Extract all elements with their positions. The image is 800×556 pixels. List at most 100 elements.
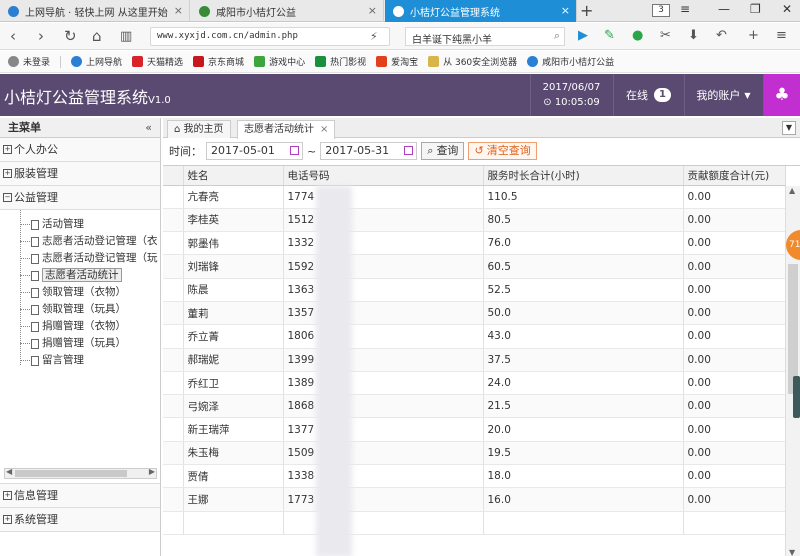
- column-header-hours[interactable]: 服务时长合计(小时): [483, 166, 684, 186]
- scrollbar-thumb[interactable]: [15, 470, 127, 477]
- reader-icon[interactable]: ▥: [120, 29, 132, 44]
- scroll-down-icon[interactable]: ▼: [789, 548, 795, 556]
- close-icon[interactable]: ×: [368, 4, 377, 17]
- forward-icon[interactable]: ›: [38, 27, 44, 45]
- play-icon[interactable]: ▶: [578, 28, 588, 43]
- calendar-icon[interactable]: [290, 146, 299, 155]
- tab-volunteer-stats[interactable]: 志愿者活动统计 ×: [237, 120, 336, 139]
- home-icon[interactable]: ⌂: [92, 27, 102, 45]
- bookmark-nav[interactable]: 上网导航: [71, 55, 122, 68]
- scrollbar-thumb[interactable]: [788, 264, 798, 394]
- table-row[interactable]: 新王瑞萍 1377 20.0 0.00: [163, 417, 786, 442]
- edit-icon[interactable]: ✎: [604, 28, 615, 43]
- tree-item[interactable]: 捐赠管理（衣物）: [0, 318, 160, 335]
- table-row[interactable]: 乔立菁 1806 43.0 0.00: [163, 324, 786, 349]
- table-row[interactable]: [163, 511, 786, 535]
- sidebar-section-personal[interactable]: + 个人办公: [0, 138, 160, 162]
- bookmark-taobao[interactable]: 爱淘宝: [376, 55, 418, 68]
- query-button[interactable]: ⌕ 查询: [421, 142, 465, 160]
- online-status[interactable]: 在线 1: [613, 74, 683, 116]
- browser-tab-nav[interactable]: 上网导航 · 轻快上网 从这里开始 ×: [0, 0, 190, 22]
- tab-home[interactable]: ⌂ 我的主页: [167, 120, 231, 138]
- table-row[interactable]: 郝瑞妮 1399 37.5 0.00: [163, 348, 786, 372]
- tab-count-badge[interactable]: 3: [652, 4, 670, 17]
- bookmark-games[interactable]: 游戏中心: [254, 55, 305, 68]
- download-icon[interactable]: ⬇: [688, 28, 699, 43]
- scroll-left-icon[interactable]: ◀: [6, 467, 12, 476]
- account-menu-button[interactable]: 我的账户 ▼: [684, 74, 762, 116]
- end-date-input[interactable]: 2017-05-31: [320, 142, 418, 160]
- tmall-icon: [132, 56, 144, 67]
- tree-item[interactable]: 留言管理: [0, 352, 160, 369]
- sidebar-section-clothing[interactable]: + 服装管理: [0, 162, 160, 186]
- tree-item[interactable]: 活动管理: [0, 216, 160, 233]
- table-row[interactable]: 弓婉泽 1868 21.5 0.00: [163, 394, 786, 419]
- tree-item-selected[interactable]: 志愿者活动统计: [0, 267, 160, 284]
- table-row[interactable]: 贾倩 1338 18.0 0.00: [163, 464, 786, 489]
- table-row[interactable]: 王娜 1773 16.0 0.00: [163, 487, 786, 512]
- search-input[interactable]: 白羊诞下纯黑小羊 ⌕: [405, 27, 565, 46]
- add-icon[interactable]: +: [748, 28, 759, 43]
- cut-icon[interactable]: ✂: [660, 28, 671, 43]
- table-row[interactable]: 郭墨伟 1332 76.0 0.00: [163, 231, 786, 256]
- cell-hours: 50.0: [483, 301, 684, 326]
- table-row[interactable]: 刘瑞锋 1592 60.5 0.00: [163, 254, 786, 279]
- browser-tab-admin[interactable]: 小桔灯公益管理系统 ×: [385, 0, 577, 22]
- lightning-icon[interactable]: ⚡: [370, 30, 378, 43]
- tree-item[interactable]: 志愿者活动登记管理（玩: [0, 250, 160, 267]
- sidebar-section-system[interactable]: + 系统管理: [0, 508, 160, 532]
- collapse-icon[interactable]: «: [145, 118, 152, 137]
- menu-icon[interactable]: ≡: [776, 28, 787, 43]
- sidebar-section-info[interactable]: + 信息管理: [0, 484, 160, 508]
- tree-horizontal-scrollbar[interactable]: ◀ ▶: [4, 467, 157, 479]
- scroll-right-icon[interactable]: ▶: [149, 467, 155, 476]
- cell-phone: [283, 511, 484, 535]
- clear-query-button[interactable]: ↺ 清空查询: [468, 142, 537, 160]
- new-tab-icon[interactable]: +: [580, 1, 593, 20]
- table-row[interactable]: 亢春亮 1774 110.5 0.00: [163, 185, 786, 209]
- browser-tab-site[interactable]: 咸阳市小桔灯公益 ×: [191, 0, 384, 22]
- side-handle[interactable]: [793, 376, 800, 418]
- row-number-cell: [163, 348, 184, 372]
- reload-icon[interactable]: ↻: [64, 27, 77, 45]
- tree-item[interactable]: 捐赠管理（玩具）: [0, 335, 160, 352]
- chevron-down-icon[interactable]: ▼: [782, 121, 796, 135]
- column-header-phone[interactable]: 电话号码: [283, 166, 484, 186]
- table-row[interactable]: 陈晨 1363 52.5 0.00: [163, 278, 786, 302]
- column-header-name[interactable]: 姓名: [183, 166, 284, 186]
- table-row[interactable]: 朱玉梅 1509 19.5 0.00: [163, 441, 786, 466]
- scroll-up-icon[interactable]: ▲: [789, 186, 795, 195]
- column-header-amount[interactable]: 贡献额度合计(元): [683, 166, 786, 186]
- bookmark-login[interactable]: 未登录: [8, 55, 50, 68]
- tree-item[interactable]: 领取管理（玩具）: [0, 301, 160, 318]
- tree-icon[interactable]: ♣: [763, 74, 800, 116]
- document-icon: [31, 339, 39, 349]
- document-icon: [31, 254, 39, 264]
- table-row[interactable]: 李桂英 1512 80.5 0.00: [163, 208, 786, 233]
- minimize-icon[interactable]: —: [718, 2, 730, 16]
- close-icon[interactable]: ×: [320, 124, 328, 135]
- restore-icon[interactable]: ❐: [750, 2, 761, 16]
- bookmark-movies[interactable]: 热门影视: [315, 55, 366, 68]
- close-icon[interactable]: ×: [561, 4, 570, 17]
- bookmark-site[interactable]: 咸阳市小桔灯公益: [527, 55, 614, 68]
- search-icon[interactable]: ⌕: [554, 29, 560, 43]
- back-icon[interactable]: ‹: [10, 27, 16, 45]
- start-date-input[interactable]: 2017-05-01: [206, 142, 303, 160]
- tree-item[interactable]: 志愿者活动登记管理（衣: [0, 233, 160, 250]
- close-window-icon[interactable]: ✕: [782, 2, 792, 16]
- undo-icon[interactable]: ↶: [716, 28, 727, 43]
- bookmark-jd[interactable]: 京东商城: [193, 55, 244, 68]
- tree-item[interactable]: 领取管理（衣物）: [0, 284, 160, 301]
- chat-icon[interactable]: ●: [632, 28, 643, 43]
- table-row[interactable]: 董莉 1357 50.0 0.00: [163, 301, 786, 326]
- cell-name: 刘瑞锋: [183, 254, 284, 279]
- menu-icon[interactable]: ≡: [680, 2, 690, 16]
- bookmark-tmall[interactable]: 天猫精选: [132, 55, 183, 68]
- close-icon[interactable]: ×: [174, 4, 183, 17]
- calendar-icon[interactable]: [404, 146, 414, 155]
- sidebar-section-charity[interactable]: − 公益管理: [0, 186, 160, 210]
- table-row[interactable]: 乔红卫 1389 24.0 0.00: [163, 371, 786, 396]
- url-input[interactable]: www.xyxjd.com.cn/admin.php: [150, 27, 390, 46]
- bookmark-360[interactable]: 从 360安全浏览器: [428, 55, 517, 68]
